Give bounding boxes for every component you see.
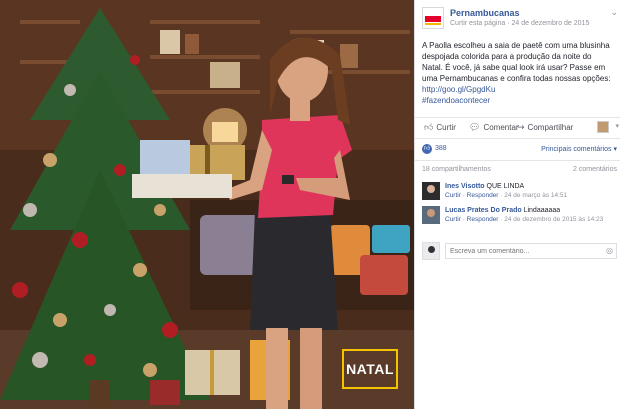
- shares-count[interactable]: 18 compartilhamentos: [422, 166, 491, 173]
- comment-date[interactable]: 24 de dezembro de 2015 às 14:23: [504, 216, 603, 223]
- chevron-down-icon[interactable]: ⌄: [610, 7, 618, 18]
- commenter-name[interactable]: Lucas Prates Do Prado: [445, 207, 522, 214]
- post-photo[interactable]: NATAL: [0, 0, 414, 409]
- natal-logo: NATAL: [342, 349, 398, 389]
- caret-down-icon[interactable]: ▾: [615, 122, 619, 130]
- page-name-link[interactable]: Pernambucanas: [450, 8, 520, 18]
- like-button[interactable]: 👍︎ Curtir: [424, 122, 456, 133]
- top-comments-dropdown[interactable]: Principais comentários ▾: [541, 145, 617, 153]
- photo-illustration: [0, 0, 414, 409]
- like-label: Curtir: [436, 123, 456, 132]
- like-page-link[interactable]: Curtir esta página: [450, 20, 505, 27]
- viewer-avatar[interactable]: [597, 121, 609, 133]
- post-hashtag[interactable]: #fazendoacontecer: [422, 96, 490, 105]
- post-subline: Curtir esta página · 24 de dezembro de 2…: [450, 20, 589, 27]
- post-actions: 👍︎ Curtir 💬︎ Comentar ↪ Compartilhar ▾: [422, 120, 619, 136]
- comment-input[interactable]: [445, 243, 617, 259]
- page-avatar[interactable]: [422, 7, 444, 29]
- post-url[interactable]: http://goo.gl/GpgdKu: [422, 85, 495, 94]
- camera-icon[interactable]: ◎: [606, 246, 613, 255]
- top-comments-label: Principais comentários: [541, 146, 612, 153]
- reactions-row: 👍︎ 388 Principais comentários ▾: [422, 143, 617, 155]
- comment-meta: Curtir · Responder · 24 de março às 14:5…: [445, 191, 617, 200]
- comment-actions[interactable]: Curtir · Responder: [445, 216, 498, 223]
- post-text: A Paolla escolheu a saia de paetê com um…: [422, 40, 614, 106]
- viewer-avatar: [422, 242, 440, 260]
- brand-logo-bar: [425, 16, 441, 22]
- share-icon: ↪: [517, 122, 525, 132]
- comment-label: Comentar: [483, 123, 519, 132]
- share-label: Compartilhar: [527, 123, 574, 132]
- comment-icon: 💬︎: [469, 122, 481, 132]
- comment-body: Ines Visotto QUE LINDA Curtir · Responde…: [445, 182, 617, 200]
- comment-actions[interactable]: Curtir · Responder: [445, 192, 498, 199]
- commenter-avatar[interactable]: [422, 206, 440, 224]
- post-panel: Pernambucanas Curtir esta página · 24 de…: [414, 0, 620, 409]
- natal-logo-text: NATAL: [346, 361, 394, 377]
- comments-count[interactable]: 2 comentários: [573, 166, 617, 173]
- comment-body: Lucas Prates Do Prado Lindaaaaaa Curtir …: [445, 206, 617, 224]
- divider: [415, 160, 620, 161]
- write-comment-row: ◎: [422, 240, 617, 262]
- comment-text: Lindaaaaaa: [523, 207, 561, 214]
- comment-meta: Curtir · Responder · 24 de dezembro de 2…: [445, 215, 617, 224]
- post-header: Pernambucanas Curtir esta página · 24 de…: [422, 7, 618, 31]
- comment-date[interactable]: 24 de março às 14:51: [504, 192, 567, 199]
- commenter-avatar[interactable]: [422, 182, 440, 200]
- like-reaction-icon: 👍︎: [422, 144, 432, 154]
- thumbs-up-icon: 👍︎: [424, 122, 434, 132]
- comment-button[interactable]: 💬︎ Comentar: [469, 122, 519, 133]
- divider: [415, 138, 620, 139]
- post-date[interactable]: 24 de dezembro de 2015: [512, 20, 590, 27]
- reaction-count[interactable]: 388: [435, 145, 447, 152]
- share-button[interactable]: ↪ Compartilhar: [517, 122, 573, 133]
- divider: [415, 117, 620, 118]
- brand-logo-strip: [425, 23, 441, 25]
- comment-text: QUE LINDA: [486, 183, 525, 190]
- post-body: A Paolla escolheu a saia de paetê com um…: [422, 41, 611, 83]
- commenter-name[interactable]: Ines Visotto: [445, 183, 485, 190]
- counts-row: 18 compartilhamentos 2 comentários: [422, 166, 617, 176]
